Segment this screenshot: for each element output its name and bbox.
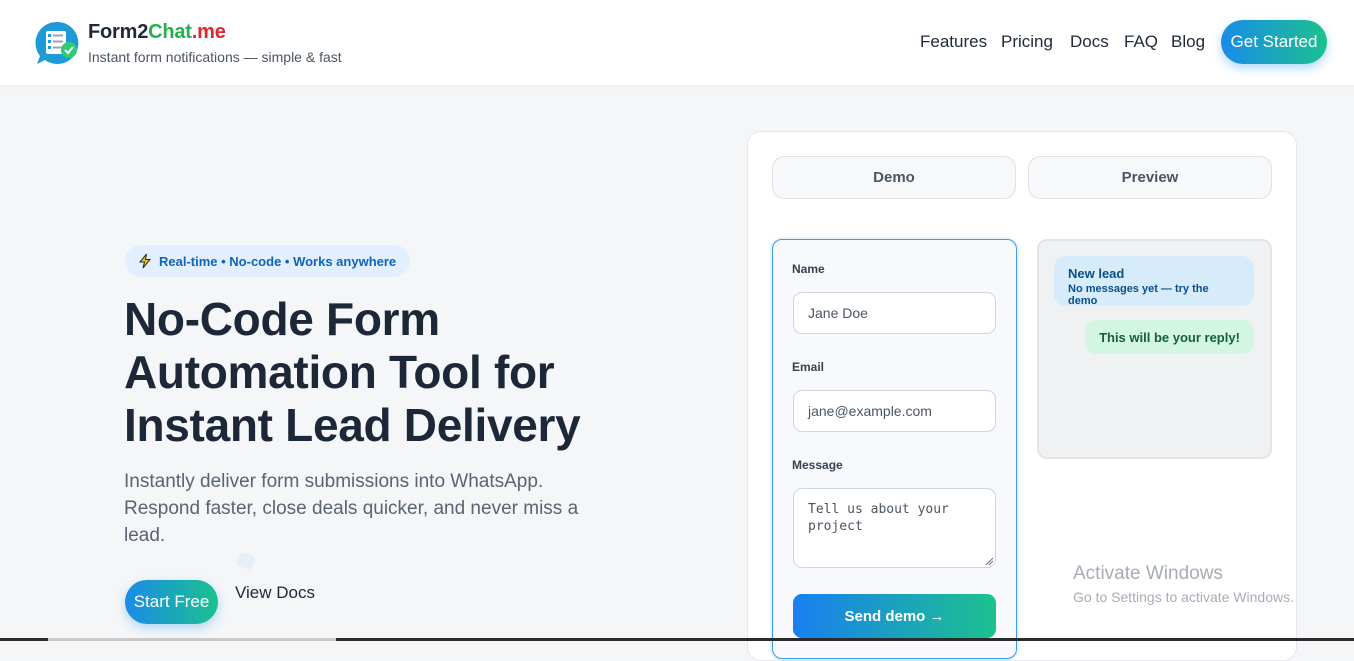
incoming-message-bubble: New lead No messages yet — try the demo	[1054, 256, 1254, 307]
decorative-shape	[236, 551, 256, 571]
view-docs-link[interactable]: View Docs	[235, 583, 315, 603]
email-label: Email	[792, 360, 825, 374]
send-demo-button[interactable]: Send demo →	[793, 594, 996, 638]
watermark-title: Activate Windows	[1073, 563, 1223, 584]
name-input[interactable]: Jane Doe	[793, 292, 996, 334]
nav-faq[interactable]: FAQ	[1124, 32, 1158, 54]
start-free-button[interactable]: Start Free	[125, 580, 218, 624]
brand-name[interactable]: Form2Chat.me	[88, 21, 226, 44]
lightning-icon	[138, 253, 152, 269]
tab-preview[interactable]: Preview	[1028, 156, 1272, 199]
brand-tagline: Instant form notifications — simple & fa…	[88, 49, 342, 65]
hero-title-line-1: No-Code Form	[124, 293, 440, 345]
incoming-message-text: No messages yet — try the demo	[1068, 283, 1209, 307]
brand-part-form2: Form2	[88, 21, 149, 43]
site-header: Form2Chat.me Instant form notifications …	[0, 0, 1354, 86]
resize-handle-icon[interactable]	[985, 557, 994, 566]
nav-docs[interactable]: Docs	[1070, 32, 1109, 54]
outgoing-message-bubble: This will be your reply!	[1085, 320, 1254, 354]
hero-subtitle: Instantly deliver form submissions into …	[124, 471, 579, 546]
nav-features[interactable]: Features	[920, 32, 987, 54]
hero-title-line-3: Instant Lead Delivery	[124, 399, 581, 451]
get-started-button[interactable]: Get Started	[1221, 20, 1327, 64]
hero-title: No-Code Form Automation Tool for Instant…	[124, 293, 684, 452]
watermark-text: Go to Settings to activate Windows.	[1073, 589, 1294, 605]
email-input[interactable]: jane@example.com	[793, 390, 996, 432]
name-label: Name	[792, 262, 825, 276]
tab-demo[interactable]: Demo	[772, 156, 1016, 199]
feature-badge: Real-time • No-code • Works anywhere	[125, 245, 411, 277]
windows-activation-watermark: Activate Windows Go to Settings to activ…	[1073, 563, 1294, 605]
nav-blog[interactable]: Blog	[1171, 32, 1205, 54]
message-textarea[interactable]: Tell us about your project	[793, 488, 996, 568]
hero-title-line-2: Automation Tool for	[124, 346, 555, 398]
nav-pricing[interactable]: Pricing	[1001, 32, 1053, 54]
brand-part-chat: Chat	[148, 21, 192, 43]
incoming-message-title: New lead	[1068, 266, 1125, 281]
feature-badge-text: Real-time • No-code • Works anywhere	[159, 253, 397, 269]
chat-form-logo-icon[interactable]	[34, 20, 80, 66]
brand-part-me: .me	[191, 21, 226, 43]
message-label: Message	[792, 458, 843, 472]
